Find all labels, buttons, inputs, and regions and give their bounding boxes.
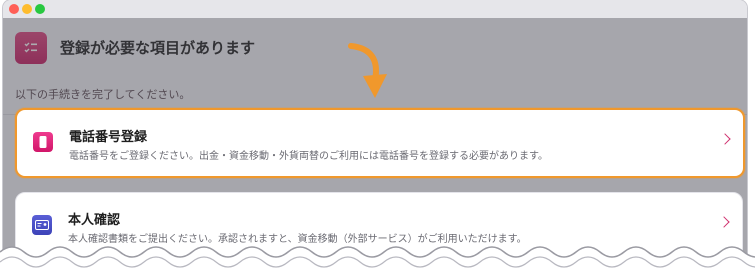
page-title: 登録が必要な項目があります — [60, 39, 256, 57]
item-title: 電話番号登録 — [69, 130, 148, 145]
torn-edge — [0, 246, 755, 280]
pointer-arrow-icon — [348, 43, 387, 98]
title-bar — [3, 0, 747, 18]
id-card-icon — [32, 215, 52, 235]
page-subtitle: 以下の手続きを完了してください。 — [15, 88, 191, 101]
close-window-button[interactable] — [9, 4, 19, 14]
chevron-right-icon — [719, 133, 731, 145]
phone-registration-item[interactable]: 電話番号登録 電話番号をご登録ください。出金・資金移動・外貨両替のご利用には電話… — [15, 108, 745, 178]
maximize-window-button[interactable] — [35, 4, 45, 14]
checklist-icon — [15, 32, 47, 64]
chevron-right-icon — [718, 216, 730, 228]
item-title: 本人確認 — [68, 213, 121, 228]
phone-icon — [33, 132, 53, 152]
minimize-window-button[interactable] — [22, 4, 32, 14]
item-description: 電話番号をご登録ください。出金・資金移動・外貨両替のご利用には電話番号を登録する… — [69, 151, 548, 162]
